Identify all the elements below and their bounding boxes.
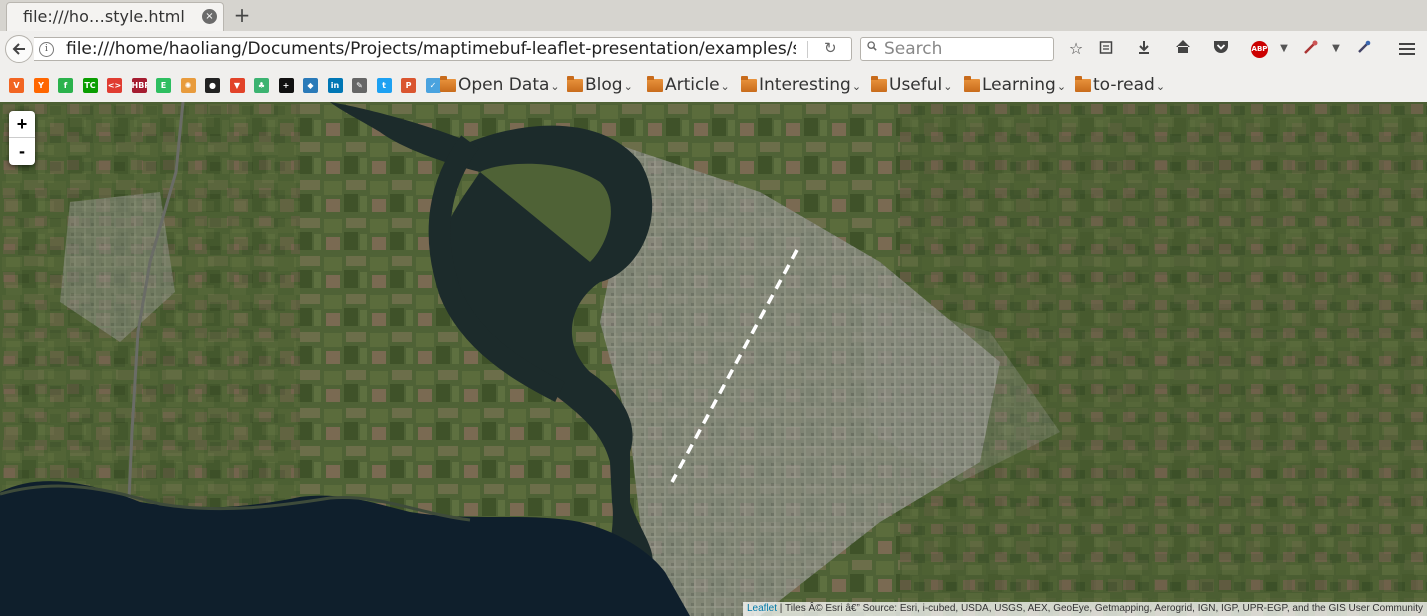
y-hackernews-icon[interactable]: Y xyxy=(33,78,49,93)
search-placeholder: Search xyxy=(884,39,943,59)
tab-title: file:///ho…style.html xyxy=(23,7,185,26)
bookmark-folder-blog[interactable]: Blog⌄ xyxy=(567,75,633,95)
pocket-icon[interactable] xyxy=(1211,39,1231,59)
zoom-control: + - xyxy=(9,111,35,165)
chevron-down-icon: ⌄ xyxy=(1155,80,1166,93)
search-icon xyxy=(867,41,877,51)
feedly-icon[interactable]: f xyxy=(58,78,73,93)
techcrunch-icon[interactable]: TC xyxy=(82,78,98,93)
adblock-menu-chevron-icon[interactable]: ▼ xyxy=(1274,39,1294,59)
adblock-icon[interactable]: ABP xyxy=(1251,41,1268,58)
linkedin-icon[interactable]: in xyxy=(327,78,343,93)
url-text[interactable]: file:///home/haoliang/Documents/Projects… xyxy=(66,39,796,59)
reload-icon[interactable]: ↻ xyxy=(824,39,837,57)
twitter-icon[interactable]: t xyxy=(376,78,392,93)
bookmark-folder-open-data[interactable]: Open Data⌄ xyxy=(440,75,560,95)
chevron-down-icon: ⌄ xyxy=(1056,80,1067,93)
extension-menu-chevron-icon[interactable]: ▼ xyxy=(1326,39,1346,59)
back-button[interactable] xyxy=(5,35,33,63)
map-attribution: Leaflet | Tiles Â© Esri â€” Source: Esri… xyxy=(743,602,1427,616)
bookmark-folder-label: Open Data xyxy=(458,75,550,95)
tab-active[interactable]: file:///ho…style.html × xyxy=(6,2,224,31)
home-icon[interactable] xyxy=(1173,39,1193,59)
bookmark-folder-useful[interactable]: Useful⌄ xyxy=(871,75,952,95)
folder-icon xyxy=(1075,76,1091,92)
bookmark-folder-label: Learning xyxy=(982,75,1056,95)
plus-square-icon[interactable]: + xyxy=(278,78,294,93)
close-tab-icon[interactable]: × xyxy=(202,9,217,24)
tab-strip: file:///ho…style.html × + xyxy=(0,0,1427,32)
evernote-icon[interactable]: E xyxy=(156,78,171,93)
reading-list-icon[interactable] xyxy=(1096,39,1116,59)
v-icon[interactable]: V xyxy=(9,78,24,93)
diamond-icon[interactable]: ◆ xyxy=(303,78,318,93)
hbr-icon[interactable]: HBR xyxy=(131,78,147,93)
new-tab-button[interactable]: + xyxy=(232,3,252,27)
chevron-down-icon: ⌄ xyxy=(851,80,862,93)
bookmark-folder-to-read[interactable]: to-read⌄ xyxy=(1075,75,1165,95)
folder-icon xyxy=(567,76,583,92)
download-icon[interactable] xyxy=(1134,39,1154,59)
folder-icon xyxy=(871,76,887,92)
extension-icon[interactable] xyxy=(1301,39,1321,59)
bookmarks-toolbar: VYfTC<>HBRE✺●▼♣+◆in✎tP✓ Open Data⌄Blog⌄A… xyxy=(0,67,1427,103)
bookmark-folder-label: Article xyxy=(665,75,720,95)
check-icon[interactable]: ✓ xyxy=(425,78,441,93)
chevron-down-icon: ⌄ xyxy=(720,80,730,93)
hamburger-menu-icon[interactable] xyxy=(1397,40,1417,60)
leaflet-link[interactable]: Leaflet xyxy=(747,603,777,614)
chevron-down-icon: ⌄ xyxy=(943,80,953,93)
leaf-icon[interactable]: ♣ xyxy=(254,78,269,93)
bookmark-folder-label: to-read xyxy=(1093,75,1155,95)
zoom-out-button[interactable]: - xyxy=(9,138,35,164)
search-input[interactable]: Search xyxy=(860,37,1054,61)
chevron-down-icon: ⌄ xyxy=(623,80,633,93)
bookmark-star-icon[interactable]: ☆ xyxy=(1066,39,1086,59)
zoom-in-button[interactable]: + xyxy=(9,111,35,138)
bookmark-folder-label: Interesting xyxy=(759,75,851,95)
bookmark-folder-interesting[interactable]: Interesting⌄ xyxy=(741,75,861,95)
feather-icon[interactable]: ✎ xyxy=(352,78,367,93)
gitlab-icon[interactable]: ▼ xyxy=(229,78,245,93)
url-bar[interactable]: i file:///home/haoliang/Documents/Projec… xyxy=(34,37,852,61)
folder-icon xyxy=(440,76,456,92)
attribution-text: | Tiles Â© Esri â€” Source: Esri, i-cube… xyxy=(777,603,1423,614)
bookmark-folder-learning[interactable]: Learning⌄ xyxy=(964,75,1066,95)
badge-icon[interactable]: ✺ xyxy=(180,78,196,93)
chevron-down-icon: ⌄ xyxy=(550,80,560,93)
eyedropper-icon[interactable] xyxy=(1354,39,1374,59)
leaflet-map[interactable]: + - Leaflet | Tiles Â© Esri â€” Source: … xyxy=(0,102,1427,616)
folder-icon xyxy=(964,76,980,92)
github-icon[interactable]: ● xyxy=(205,78,220,93)
producthunt-icon[interactable]: P xyxy=(401,78,416,93)
url-separator xyxy=(807,41,808,58)
code-icon[interactable]: <> xyxy=(107,78,122,93)
folder-icon xyxy=(741,76,757,92)
bookmark-folder-label: Blog xyxy=(585,75,623,95)
bookmark-folder-article[interactable]: Article⌄ xyxy=(647,75,730,95)
navigation-toolbar: i file:///home/haoliang/Documents/Projec… xyxy=(0,31,1427,67)
info-icon[interactable]: i xyxy=(39,42,54,57)
satellite-imagery xyxy=(0,102,1427,616)
back-arrow-icon xyxy=(12,43,25,55)
bookmark-folder-label: Useful xyxy=(889,75,943,95)
folder-icon xyxy=(647,76,663,92)
